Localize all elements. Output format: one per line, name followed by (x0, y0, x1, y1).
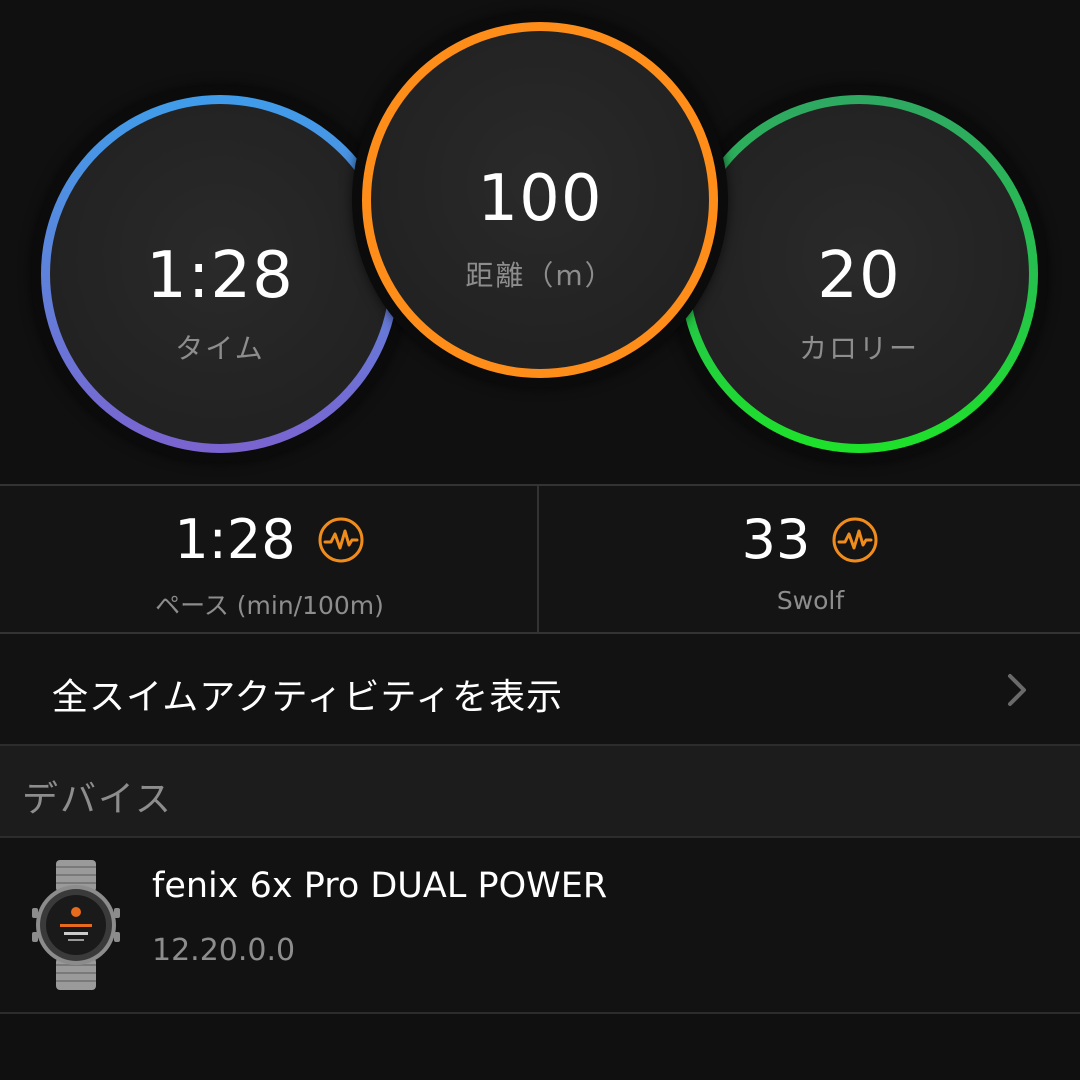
time-label: タイム (175, 332, 265, 365)
activity-details-screen: 1:28 タイム 20 カロリー 100 距離（m） 1:28 ペース (min… (0, 0, 1080, 1080)
stats-divider (537, 486, 539, 632)
chevron-right-icon (1008, 674, 1026, 706)
time-value: 1:28 (146, 239, 294, 313)
all-swim-activities-link[interactable]: 全スイムアクティビティを表示 (0, 634, 1080, 746)
swolf-value-row: 33 (541, 508, 1080, 571)
pulse-icon (832, 517, 878, 562)
swolf-value: 33 (741, 508, 811, 571)
calories-ring[interactable]: 20 カロリー (680, 95, 1038, 453)
distance-label: 距離（m） (465, 259, 615, 292)
summary-circles: 1:28 タイム 20 カロリー 100 距離（m） (0, 0, 1080, 484)
calories-value: 20 (817, 239, 901, 313)
calories-label: カロリー (798, 332, 919, 365)
device-list-item[interactable]: fenix 6x Pro DUAL POWER 12.20.0.0 (0, 838, 1080, 1014)
pace-value: 1:28 (174, 508, 296, 571)
distance-value: 100 (477, 162, 603, 236)
distance-ring[interactable]: 100 距離（m） (362, 22, 718, 378)
pulse-icon (318, 517, 364, 562)
device-version: 12.20.0.0 (152, 933, 296, 968)
swolf-stat[interactable]: 33 Swolf (541, 486, 1080, 632)
device-name: fenix 6x Pro DUAL POWER (152, 866, 608, 906)
swolf-label: Swolf (776, 586, 845, 615)
pace-stat[interactable]: 1:28 ペース (min/100m) (0, 486, 539, 632)
all-swim-activities-label: 全スイムアクティビティを表示 (52, 677, 564, 718)
pace-label: ペース (min/100m) (155, 591, 384, 620)
stats-row: 1:28 ペース (min/100m) 33 Swolf (0, 484, 1080, 634)
watch-icon (32, 860, 120, 990)
time-ring[interactable]: 1:28 タイム (41, 95, 399, 453)
devices-section-title: デバイス (22, 779, 173, 820)
devices-section-header: デバイス (0, 746, 1080, 838)
pace-value-row: 1:28 (0, 508, 539, 571)
